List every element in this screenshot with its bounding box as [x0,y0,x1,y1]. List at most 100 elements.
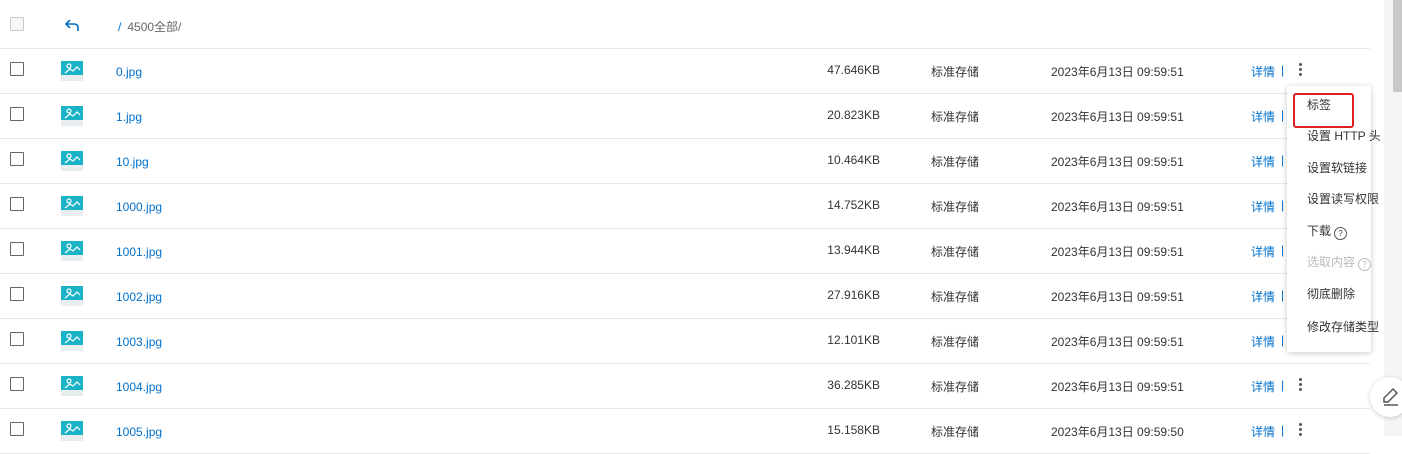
row-checkbox[interactable] [10,197,24,211]
table-row: 0.jpg 47.646KB 标准存储 2023年6月13日 09:59:51 … [0,49,1370,94]
row-checkbox[interactable] [10,332,24,346]
file-name-link[interactable]: 0.jpg [116,65,142,79]
detail-link[interactable]: 详情 [1251,378,1275,395]
file-name-link[interactable]: 1002.jpg [116,290,162,304]
action-separator: | [1281,378,1285,392]
detail-link[interactable]: 详情 [1251,423,1275,440]
breadcrumb-path[interactable]: 4500全部/ [127,20,181,34]
highlight-box [1293,93,1354,128]
menu-item-label: 彻底删除 [1307,287,1356,301]
menu-item-label: 下载 [1307,224,1332,238]
more-vertical-icon[interactable] [1295,376,1305,394]
row-checkbox[interactable] [10,287,24,301]
modified-date: 2023年6月13日 09:59:51 [1051,290,1184,304]
file-name-link[interactable]: 1000.jpg [116,200,162,214]
menu-item[interactable]: 设置 HTTP 头 [1307,127,1381,144]
file-size: 15.158KB [827,423,880,437]
detail-link[interactable]: 详情 [1251,198,1275,215]
file-size: 27.916KB [827,288,880,302]
row-checkbox[interactable] [10,242,24,256]
storage-class: 标准存储 [931,335,980,349]
back-arrow-icon[interactable] [64,18,80,32]
menu-item[interactable]: 设置读写权限 [1307,190,1379,207]
edit-button[interactable] [1370,377,1402,417]
select-all-checkbox[interactable] [10,17,24,31]
action-separator: | [1281,198,1285,212]
detail-link[interactable]: 详情 [1251,153,1275,170]
storage-class: 标准存储 [931,380,980,394]
modified-date: 2023年6月13日 09:59:51 [1051,380,1184,394]
storage-class: 标准存储 [931,155,980,169]
list-header-row: / 4500全部/ [0,4,1370,49]
file-size: 13.944KB [827,243,880,257]
menu-item[interactable]: 设置软链接 [1307,159,1367,176]
detail-link[interactable]: 详情 [1251,333,1275,350]
detail-link[interactable]: 详情 [1251,63,1275,80]
file-list: / 4500全部/ 0.jpg 47.646KB 标准存储 2023年6月13日 … [0,4,1370,454]
row-checkbox[interactable] [10,152,24,166]
row-checkbox[interactable] [10,62,24,76]
menu-item-label: 设置 HTTP 头 [1307,129,1381,143]
menu-item[interactable]: 下载? [1307,222,1348,240]
file-name-link[interactable]: 1005.jpg [116,425,162,439]
file-name-link[interactable]: 1001.jpg [116,245,162,259]
image-file-icon[interactable] [61,151,83,171]
modified-date: 2023年6月13日 09:59:51 [1051,200,1184,214]
detail-link[interactable]: 详情 [1251,243,1275,260]
detail-link[interactable]: 详情 [1251,108,1275,125]
action-separator: | [1281,153,1285,167]
table-row: 1005.jpg 15.158KB 标准存储 2023年6月13日 09:59:… [0,409,1370,454]
breadcrumb: / 4500全部/ [118,18,181,35]
help-circle-icon[interactable]: ? [1334,227,1348,240]
table-row: 10.jpg 10.464KB 标准存储 2023年6月13日 09:59:51… [0,139,1370,184]
file-name-link[interactable]: 10.jpg [116,155,149,169]
modified-date: 2023年6月13日 09:59:51 [1051,335,1184,349]
action-separator: | [1281,108,1285,122]
table-row: 1004.jpg 36.285KB 标准存储 2023年6月13日 09:59:… [0,364,1370,409]
image-file-icon[interactable] [61,331,83,351]
image-file-icon[interactable] [61,286,83,306]
image-file-icon[interactable] [61,61,83,81]
storage-class: 标准存储 [931,110,980,124]
storage-class: 标准存储 [931,65,980,79]
table-row: 1002.jpg 27.916KB 标准存储 2023年6月13日 09:59:… [0,274,1370,319]
file-name-link[interactable]: 1003.jpg [116,335,162,349]
menu-item[interactable]: 彻底删除 [1307,285,1355,302]
file-name-link[interactable]: 1004.jpg [116,380,162,394]
storage-class: 标准存储 [931,425,980,439]
breadcrumb-root[interactable]: / [118,20,121,34]
file-size: 20.823KB [827,108,880,122]
more-vertical-icon[interactable] [1295,421,1305,439]
help-circle-icon[interactable]: ? [1358,258,1372,271]
modified-date: 2023年6月13日 09:59:51 [1051,245,1184,259]
storage-class: 标准存储 [931,245,980,259]
table-row: 1001.jpg 13.944KB 标准存储 2023年6月13日 09:59:… [0,229,1370,274]
modified-date: 2023年6月13日 09:59:51 [1051,110,1184,124]
image-file-icon[interactable] [61,106,83,126]
file-size: 47.646KB [827,63,880,77]
file-name-link[interactable]: 1.jpg [116,110,142,124]
menu-item-label: 选取内容 [1307,255,1356,269]
menu-item: 选取内容? [1307,253,1372,271]
table-row: 1.jpg 20.823KB 标准存储 2023年6月13日 09:59:51 … [0,94,1370,139]
menu-item-label: 设置读写权限 [1307,192,1380,206]
table-row: 1003.jpg 12.101KB 标准存储 2023年6月13日 09:59:… [0,319,1370,364]
file-size: 10.464KB [827,153,880,167]
table-row: 1000.jpg 14.752KB 标准存储 2023年6月13日 09:59:… [0,184,1370,229]
file-size: 36.285KB [827,378,880,392]
image-file-icon[interactable] [61,196,83,216]
row-checkbox[interactable] [10,422,24,436]
menu-item[interactable]: 修改存储类型 [1307,318,1379,335]
image-file-icon[interactable] [61,421,83,441]
modified-date: 2023年6月13日 09:59:50 [1051,425,1184,439]
scrollbar-thumb[interactable] [1393,0,1402,92]
more-vertical-icon[interactable] [1295,61,1305,79]
file-size: 14.752KB [827,198,880,212]
image-file-icon[interactable] [61,376,83,396]
image-file-icon[interactable] [61,241,83,261]
modified-date: 2023年6月13日 09:59:51 [1051,65,1184,79]
menu-item-label: 修改存储类型 [1307,320,1380,334]
detail-link[interactable]: 详情 [1251,288,1275,305]
row-checkbox[interactable] [10,377,24,391]
row-checkbox[interactable] [10,107,24,121]
